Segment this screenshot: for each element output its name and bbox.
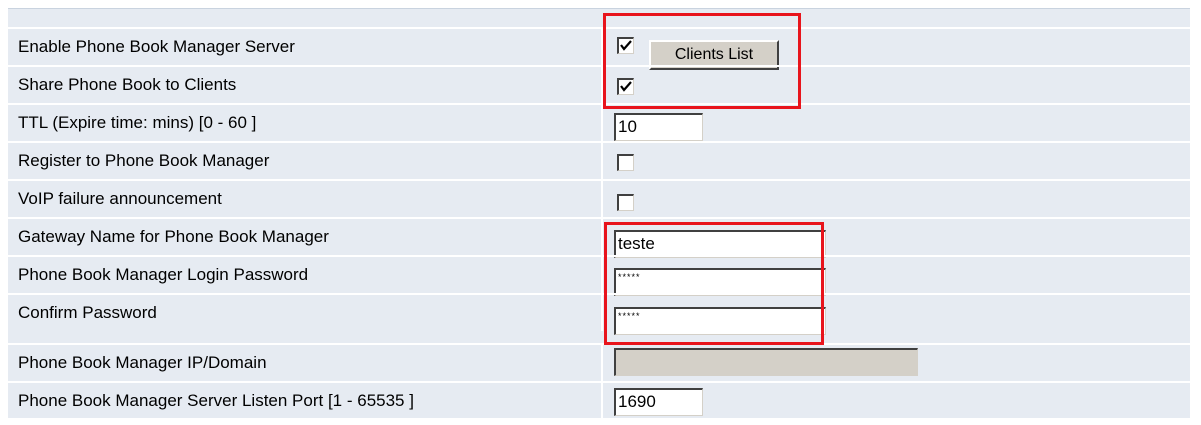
column-divider bbox=[601, 345, 603, 381]
listen-port-label: Phone Book Manager Server Listen Port [1… bbox=[18, 391, 414, 410]
checkmark-icon bbox=[620, 40, 632, 51]
share-phone-book-label: Share Phone Book to Clients bbox=[18, 75, 237, 94]
row-listen-port: Phone Book Manager Server Listen Port [1… bbox=[8, 381, 1190, 419]
row-confirm-password: Confirm Password bbox=[8, 293, 1190, 331]
column-divider bbox=[601, 181, 603, 217]
row-ttl: TTL (Expire time: mins) [0 - 60 ] bbox=[8, 103, 1190, 141]
column-divider bbox=[601, 257, 603, 293]
login-password-input[interactable]: ***** bbox=[614, 268, 826, 296]
row-register: Register to Phone Book Manager bbox=[8, 141, 1190, 179]
row-gateway-name: Gateway Name for Phone Book Manager bbox=[8, 217, 1190, 255]
row-ip-domain: Phone Book Manager IP/Domain bbox=[8, 343, 1190, 381]
ip-domain-label: Phone Book Manager IP/Domain bbox=[18, 353, 267, 372]
login-password-label: Phone Book Manager Login Password bbox=[18, 265, 309, 284]
checkmark-icon bbox=[620, 81, 632, 92]
column-divider bbox=[601, 105, 603, 141]
confirm-password-label: Confirm Password bbox=[18, 303, 157, 322]
settings-panel: Enable Phone Book Manager Server Clients… bbox=[8, 8, 1190, 419]
ip-domain-input[interactable] bbox=[614, 348, 918, 376]
column-divider bbox=[601, 143, 603, 179]
column-divider bbox=[601, 67, 603, 103]
column-divider bbox=[601, 383, 603, 419]
row-voip-failure: VoIP failure announcement bbox=[8, 179, 1190, 217]
voip-failure-label: VoIP failure announcement bbox=[18, 189, 222, 208]
confirm-password-input[interactable]: ***** bbox=[614, 307, 826, 335]
gateway-name-label: Gateway Name for Phone Book Manager bbox=[18, 227, 329, 246]
register-label: Register to Phone Book Manager bbox=[18, 151, 270, 170]
share-phone-book-checkbox[interactable] bbox=[617, 78, 634, 95]
row-login-password: Phone Book Manager Login Password bbox=[8, 255, 1190, 293]
register-checkbox[interactable] bbox=[617, 154, 634, 171]
enable-server-label: Enable Phone Book Manager Server bbox=[18, 37, 295, 56]
ttl-input[interactable]: 10 bbox=[614, 113, 703, 141]
column-divider bbox=[601, 295, 603, 331]
gateway-name-input[interactable]: teste bbox=[614, 230, 826, 258]
ttl-label: TTL (Expire time: mins) [0 - 60 ] bbox=[18, 113, 257, 132]
row-enable-server: Enable Phone Book Manager Server bbox=[8, 27, 1190, 65]
voip-failure-checkbox[interactable] bbox=[617, 194, 634, 211]
enable-server-checkbox[interactable] bbox=[617, 37, 634, 54]
column-divider bbox=[601, 29, 603, 65]
listen-port-input[interactable]: 1690 bbox=[614, 388, 703, 416]
row-share-phone-book: Share Phone Book to Clients bbox=[8, 65, 1190, 103]
column-divider bbox=[601, 219, 603, 255]
